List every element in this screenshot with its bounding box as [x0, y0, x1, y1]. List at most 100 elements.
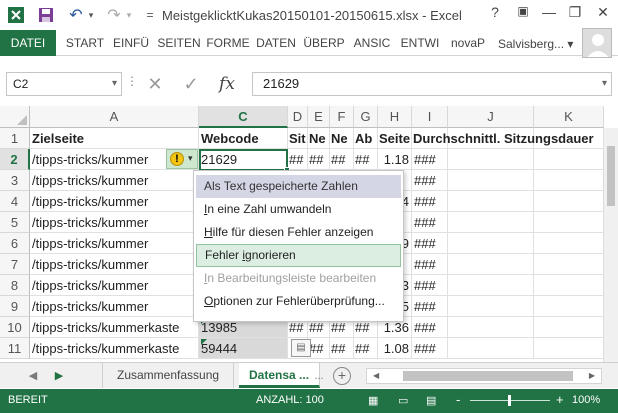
paste-options-icon[interactable]: ▤ — [291, 339, 311, 357]
column-header-a[interactable]: A — [30, 106, 199, 128]
column-header-d[interactable]: D — [288, 106, 308, 128]
row-header[interactable]: 1 — [0, 128, 30, 149]
cell-a[interactable]: /tipps-tricks/kummer — [30, 170, 199, 191]
cell-j[interactable] — [448, 212, 534, 233]
cell-e[interactable]: ## — [308, 149, 330, 170]
normal-view-icon[interactable]: ▦ — [368, 394, 378, 407]
tab-datei[interactable]: DATEI — [0, 30, 56, 56]
cell-a1[interactable]: Zielseite — [30, 128, 199, 149]
row-header[interactable]: 7 — [0, 254, 30, 275]
user-account[interactable]: Salvisberg... ▾ — [498, 37, 573, 51]
cell-a[interactable]: /tipps-tricks/kummer — [30, 254, 199, 275]
menu-item-error-checking-options[interactable]: Optionen zur Fehlerüberprüfung... — [196, 290, 401, 313]
row-header[interactable]: 3 — [0, 170, 30, 191]
error-checking-button[interactable]: ! ▾ — [166, 149, 198, 169]
zoom-slider-thumb[interactable] — [508, 395, 511, 406]
cell-e[interactable]: ## — [308, 338, 330, 359]
cell-a[interactable]: /tipps-tricks/kummer — [30, 212, 199, 233]
sheet-nav-next-icon[interactable]: ▶ — [50, 367, 68, 385]
customize-quick-access-button[interactable]: = — [143, 5, 157, 25]
cell-i[interactable]: ### — [412, 233, 448, 254]
cell-c[interactable]: 59444 — [199, 338, 288, 359]
cell-f1[interactable]: Ne — [330, 128, 354, 149]
cell-k[interactable] — [534, 212, 604, 233]
row-header[interactable]: 6 — [0, 233, 30, 254]
page-layout-view-icon[interactable]: ▭ — [398, 394, 408, 407]
cell-j[interactable] — [448, 191, 534, 212]
cancel-entry-button[interactable]: ✕ — [142, 72, 168, 96]
cell-i[interactable]: ### — [412, 317, 448, 338]
cell-a[interactable]: /tipps-tricks/kummer — [30, 191, 199, 212]
cell-j[interactable] — [448, 296, 534, 317]
cell-k[interactable] — [534, 338, 604, 359]
cell-d1[interactable]: Sit — [288, 128, 308, 149]
cell-d[interactable]: ## — [288, 149, 308, 170]
excel-logo-icon[interactable] — [6, 5, 26, 25]
row-header[interactable]: 5 — [0, 212, 30, 233]
column-header-h[interactable]: H — [378, 106, 412, 128]
ribbon-display-options-button[interactable]: ▣ — [510, 4, 536, 26]
cell-i[interactable]: ### — [412, 275, 448, 296]
cell-i[interactable]: ### — [412, 212, 448, 233]
help-button[interactable]: ? — [482, 4, 508, 26]
cell-k[interactable] — [534, 191, 604, 212]
cell-c1[interactable]: Webcode — [199, 128, 288, 149]
cell-j[interactable] — [448, 275, 534, 296]
undo-dropdown-icon[interactable]: ▾ — [86, 5, 96, 25]
vertical-scrollbar[interactable] — [603, 128, 618, 362]
tab-daten[interactable]: DATEN — [253, 30, 299, 56]
zoom-level[interactable]: 100% — [572, 394, 600, 406]
insert-function-button[interactable]: fx — [214, 72, 240, 96]
cell-h[interactable]: 1.08 — [378, 338, 412, 359]
tab-einfuegen[interactable]: EINFÜ — [110, 30, 152, 56]
tab-start[interactable]: START — [62, 30, 108, 56]
scroll-left-icon[interactable]: ◀ — [373, 369, 379, 383]
expand-formula-bar-icon[interactable]: ▾ — [602, 73, 607, 95]
restore-button[interactable]: ❐ — [562, 4, 588, 26]
cell-g[interactable]: ## — [354, 338, 378, 359]
more-sheets-button[interactable]: ... — [310, 367, 328, 385]
select-all-button[interactable] — [0, 106, 30, 128]
tab-formeln[interactable]: FORME — [205, 30, 251, 56]
row-header[interactable]: 10 — [0, 317, 30, 338]
formula-input[interactable]: 21629 ▾ — [252, 72, 612, 96]
tab-entwicklertools[interactable]: ENTWI — [397, 30, 443, 56]
zoom-in-button[interactable]: + — [556, 392, 564, 407]
cell-i1[interactable]: Durchschnittl. Sitzungsdauer — [412, 128, 594, 149]
cell-j[interactable] — [448, 233, 534, 254]
sheet-tab-datensatz[interactable]: Datensa ... — [239, 363, 321, 388]
column-header-j[interactable]: J — [448, 106, 534, 128]
cell-a[interactable]: /tipps-tricks/kummer — [30, 233, 199, 254]
tab-seitenlayout[interactable]: SEITEN — [155, 30, 203, 56]
zoom-out-button[interactable]: - — [456, 392, 460, 407]
cell-f[interactable]: ## — [330, 338, 354, 359]
page-break-view-icon[interactable]: ▤ — [426, 394, 436, 407]
cell-a[interactable]: /tipps-tricks/kummer — [30, 296, 199, 317]
scroll-right-icon[interactable]: ▶ — [589, 369, 595, 383]
minimize-button[interactable]: — — [536, 4, 562, 26]
cell-g[interactable]: ## — [354, 149, 378, 170]
cell-i[interactable]: ### — [412, 149, 448, 170]
cell-i[interactable]: ### — [412, 170, 448, 191]
cell-k[interactable] — [534, 170, 604, 191]
horizontal-scrollbar[interactable]: ◀ ▶ — [366, 368, 602, 384]
cell-i[interactable]: ### — [412, 296, 448, 317]
confirm-entry-button[interactable]: ✓ — [178, 72, 204, 96]
cell-h[interactable]: 1.18 — [378, 149, 412, 170]
save-icon[interactable] — [36, 5, 56, 25]
row-header[interactable]: 9 — [0, 296, 30, 317]
row-header[interactable]: 4 — [0, 191, 30, 212]
cell-h1[interactable]: Seite — [378, 128, 412, 149]
cell-j[interactable] — [448, 149, 534, 170]
cell-a[interactable]: /tipps-tricks/kummerkaste — [30, 338, 199, 359]
chevron-down-icon[interactable]: ▾ — [112, 73, 117, 95]
cell-f[interactable]: ## — [330, 149, 354, 170]
column-header-g[interactable]: G — [354, 106, 378, 128]
tab-ansicht[interactable]: ANSIC — [349, 30, 395, 56]
cell-j[interactable] — [448, 254, 534, 275]
cell-a[interactable]: /tipps-tricks/kummer — [30, 275, 199, 296]
menu-item-ignore-error[interactable]: Fehler ignorieren — [196, 244, 401, 267]
column-header-k[interactable]: K — [534, 106, 604, 128]
redo-dropdown-icon[interactable]: ▾ — [124, 5, 134, 25]
cell-e1[interactable]: Ne — [308, 128, 330, 149]
